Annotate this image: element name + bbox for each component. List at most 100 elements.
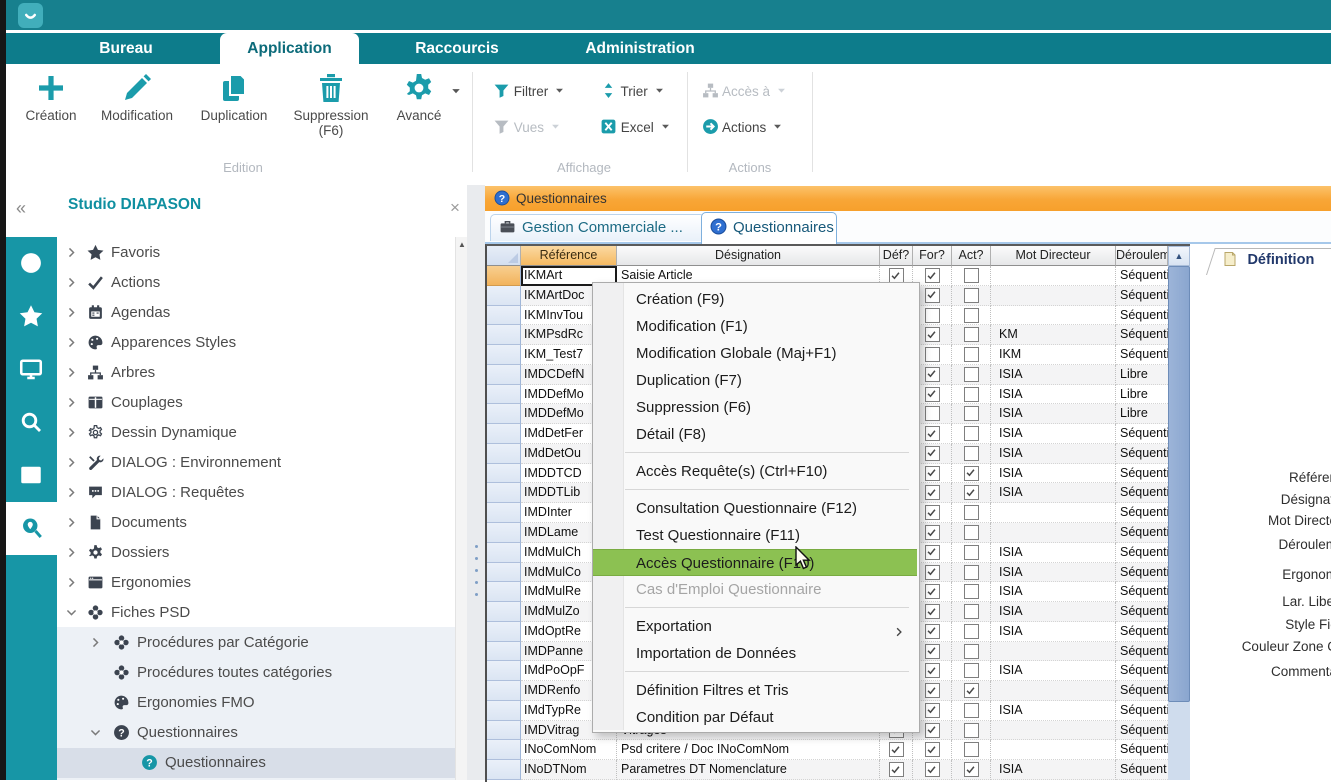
checkbox-unchecked[interactable] [964,505,979,520]
checkbox-checked[interactable] [925,505,940,520]
cell-deroulement[interactable]: Séquenti [1116,444,1168,464]
cell-deroulement[interactable]: Libre [1116,404,1168,424]
checkbox-unchecked[interactable] [964,387,979,402]
checkbox-checked[interactable] [925,387,940,402]
row-selector[interactable] [487,503,521,523]
cell-deroulement[interactable]: Séquenti [1116,642,1168,662]
cell-mot-directeur[interactable] [991,306,1116,326]
cell-mot-directeur[interactable]: ISIA [991,543,1116,563]
doc-tab-gestion-commerciale[interactable]: Gestion Commerciale ... [490,214,705,241]
checkbox-unchecked[interactable] [964,327,979,342]
row-selector[interactable] [487,543,521,563]
menu-item-cr-ation-f9[interactable]: Création (F9) [593,286,917,313]
checkbox-unchecked[interactable] [964,604,979,619]
cell-deroulement[interactable]: Libre [1116,385,1168,405]
menu-item-d-tail-f8[interactable]: Détail (F8) [593,421,917,448]
cell-mot-directeur[interactable]: ISIA [991,365,1116,385]
row-selector[interactable] [487,602,521,622]
cell-deroulement[interactable]: Libre [1116,365,1168,385]
chevron-right-icon[interactable] [65,276,78,289]
cell-mot-directeur[interactable]: ISIA [991,602,1116,622]
menu-item-acc-s-requ-te-s-ctrl-f10[interactable]: Accès Requête(s) (Ctrl+F10) [593,458,917,485]
menu-item-condition-par-d-faut[interactable]: Condition par Défaut [593,704,917,731]
row-selector[interactable] [487,622,521,642]
cell-mot-directeur[interactable]: ISIA [991,661,1116,681]
cell-mot-directeur[interactable] [991,721,1116,741]
app-logo-icon[interactable] [18,3,43,28]
definition-tab[interactable]: Définition [1222,251,1314,269]
checkbox-unchecked[interactable] [964,565,979,580]
tree-item-agendas[interactable]: Agendas [57,298,455,328]
row-selector[interactable] [487,740,521,760]
row-selector[interactable] [487,701,521,721]
checkbox-checked[interactable] [925,525,940,540]
ribbon-tab-application[interactable]: Application [220,33,359,64]
cell-deroulement[interactable]: Séquenti [1116,681,1168,701]
chevron-right-icon[interactable] [65,366,78,379]
acc-s-button[interactable]: Accès à [702,82,787,104]
tree-item-dialog-environnement[interactable]: DIALOG : Environnement [57,448,455,478]
tree-item-proc-dures-toutes-cat-gories[interactable]: Procédures toutes catégories [57,658,455,688]
caret-down-icon[interactable] [450,84,462,96]
cell-mot-directeur[interactable]: KM [991,325,1116,345]
checkbox-checked[interactable] [925,604,940,619]
cell-deroulement[interactable]: Séquenti [1116,503,1168,523]
checkbox-checked[interactable] [925,723,940,738]
checkbox-checked[interactable] [964,466,979,481]
row-selector[interactable] [487,444,521,464]
checkbox-checked[interactable] [925,584,940,599]
table-scroll-up-icon[interactable]: ▲ [1168,246,1190,266]
search-icon[interactable] [6,396,57,449]
cell-mot-directeur[interactable]: ISIA [991,563,1116,583]
checkbox-unchecked[interactable] [964,288,979,303]
checkbox-unchecked[interactable] [964,624,979,639]
checkbox-checked[interactable] [889,742,904,757]
checkbox-unchecked[interactable] [925,347,940,362]
cell-deroulement[interactable]: Séquenti [1116,306,1168,326]
checkbox-checked[interactable] [925,485,940,500]
checkbox-checked[interactable] [925,327,940,342]
desktop-icon[interactable] [6,343,57,396]
cell-deroulement[interactable]: Séquenti [1116,266,1168,286]
avanc-button[interactable]: Avancé [383,72,455,123]
row-selector[interactable] [487,582,521,602]
row-selector[interactable] [487,681,521,701]
tree-item-documents[interactable]: Documents [57,508,455,538]
menu-item-suppression-f6[interactable]: Suppression (F6) [593,394,917,421]
chevron-right-icon[interactable] [65,516,78,529]
cell-mot-directeur[interactable] [991,681,1116,701]
cell-reference[interactable]: INoDTNom [521,760,617,780]
tree-item-actions[interactable]: Actions [57,268,455,298]
cell-mot-directeur[interactable]: ISIA [991,701,1116,721]
tree-item-ergonomies-fmo[interactable]: Ergonomies FMO [57,688,455,718]
checkbox-checked[interactable] [925,367,940,382]
chevron-right-icon[interactable] [65,396,78,409]
checkbox-checked[interactable] [925,446,940,461]
checkbox-unchecked[interactable] [964,347,979,362]
tree-item-proc-dures-par-cat-gorie[interactable]: Procédures par Catégorie [57,628,455,658]
cell-designation[interactable]: Psd critere / Doc INoComNom [617,740,880,760]
checkbox-unchecked[interactable] [925,406,940,421]
menu-item-d-finition-filtres-et-tris[interactable]: Définition Filtres et Tris [593,677,917,704]
chevron-right-icon[interactable] [65,336,78,349]
row-selector[interactable] [487,523,521,543]
checkbox-unchecked[interactable] [964,703,979,718]
table-scroll-thumb[interactable] [1168,266,1190,702]
checkbox-checked[interactable] [925,545,940,560]
table-row-inodtnom[interactable]: INoDTNomParametres DT NomenclatureISIASé… [487,760,1190,780]
trier-button[interactable]: Trier [600,82,665,104]
tree-item-couplages[interactable]: Couplages [57,388,455,418]
menu-item-modification-f1[interactable]: Modification (F1) [593,313,917,340]
menu-item-exportation[interactable]: Exportation [593,613,917,640]
cell-deroulement[interactable]: Séquenti [1116,721,1168,741]
tree-item-questionnaires-child[interactable]: ?Questionnaires [57,748,455,778]
checkbox-checked[interactable] [889,762,904,777]
checkbox-unchecked[interactable] [964,268,979,283]
cell-deroulement[interactable]: Séquenti [1116,602,1168,622]
row-selector[interactable] [487,306,521,326]
checkbox-checked[interactable] [925,565,940,580]
checkbox-unchecked[interactable] [964,525,979,540]
row-selector[interactable] [487,464,521,484]
cell-mot-directeur[interactable]: IKM [991,345,1116,365]
locate-icon[interactable] [6,502,57,555]
